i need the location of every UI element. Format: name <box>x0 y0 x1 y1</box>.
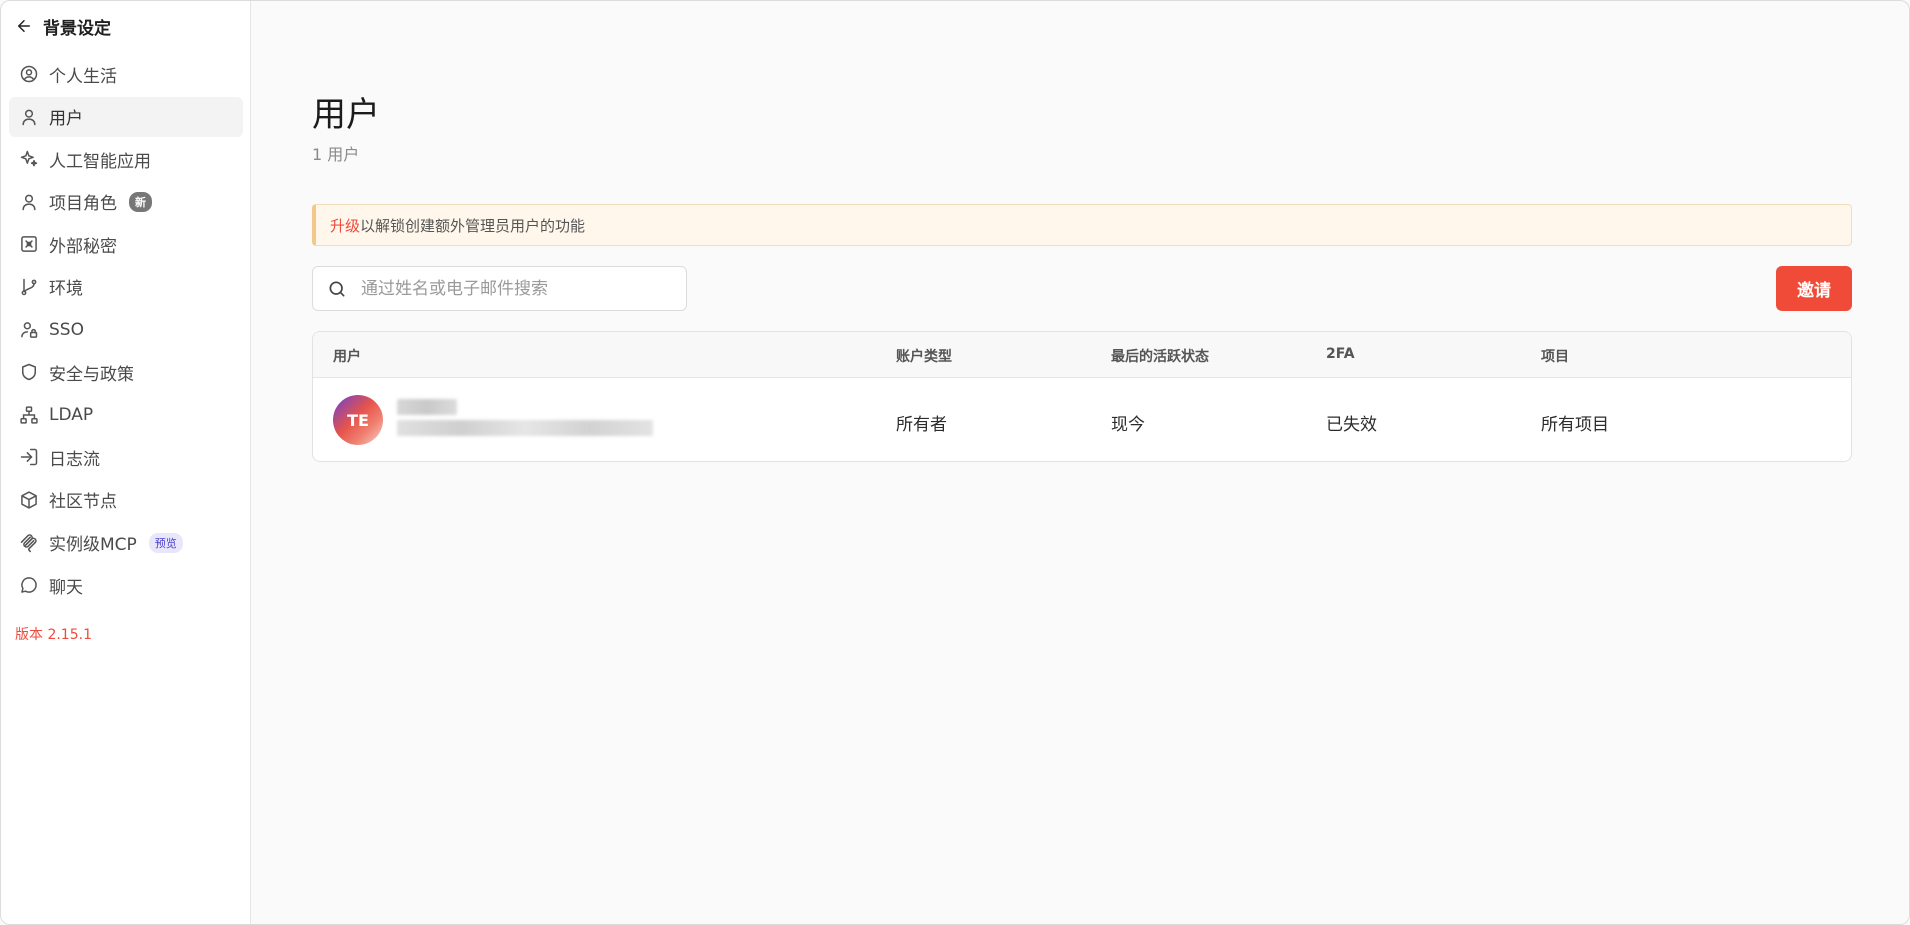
sparkles-icon <box>19 149 39 169</box>
column-header-2fa[interactable]: 2FA <box>1326 346 1355 362</box>
version-label: 版本 2.15.1 <box>15 627 92 643</box>
chat-icon <box>19 575 39 595</box>
settings-title: 背景设定 <box>43 18 111 39</box>
twofa-status-cell: 已失效 <box>1326 415 1377 435</box>
sidebar-item-label: 外部秘密 <box>49 236 117 257</box>
sidebar-item-personal[interactable]: 个人生活 <box>9 54 243 94</box>
git-branch-icon <box>19 277 39 297</box>
user-icon <box>19 192 39 212</box>
sidebar-item-label: 聊天 <box>49 577 83 598</box>
network-icon <box>19 405 39 425</box>
sidebar-item-label: 环境 <box>49 279 83 300</box>
user-lock-icon <box>19 320 39 340</box>
mcp-icon <box>19 533 39 553</box>
arrow-left-icon <box>18 20 30 32</box>
shield-icon <box>19 362 39 382</box>
sidebar-item-label: 人工智能应用 <box>49 151 151 172</box>
app-window: 背景设定 个人生活 用户 人工智能应用 项目角色 新 外部秘密 环境 SSO 安… <box>0 0 1910 925</box>
sidebar-item-label: 实例级MCP <box>49 535 137 556</box>
sidebar-item-label: LDAP <box>49 404 94 425</box>
sidebar-item-users[interactable]: 用户 <box>9 96 243 137</box>
sidebar-item-instance-mcp[interactable]: 实例级MCP 预览 <box>9 523 243 563</box>
upgrade-link[interactable]: 升级 <box>330 215 360 236</box>
page-title: 用户 <box>312 95 380 135</box>
sidebar-item-label: 日志流 <box>49 449 100 470</box>
new-badge: 新 <box>129 191 152 212</box>
sidebar-item-project-roles[interactable]: 项目角色 新 <box>9 182 243 222</box>
sidebar-item-label: 个人生活 <box>49 66 117 87</box>
sidebar-item-label: 项目角色 <box>49 194 117 215</box>
search-icon <box>329 281 345 296</box>
vault-icon <box>19 234 39 254</box>
account-type-cell: 所有者 <box>896 415 947 435</box>
table-header: 用户 账户类型 最后的活跃状态 2FA 项目 <box>313 332 1851 378</box>
upgrade-banner-text: 以解锁创建额外管理员用户的功能 <box>360 216 586 235</box>
redacted-user-email <box>397 420 653 436</box>
avatar: TE <box>333 395 383 445</box>
settings-sidebar: 背景设定 个人生活 用户 人工智能应用 项目角色 新 外部秘密 环境 SSO 安… <box>1 1 251 924</box>
table-row[interactable]: TE 所有者 现今 已失效 所有项目 <box>313 378 1851 461</box>
back-button[interactable]: 背景设定 <box>15 13 111 39</box>
column-header-user[interactable]: 用户 <box>333 346 361 366</box>
column-header-projects[interactable]: 项目 <box>1541 346 1569 366</box>
sidebar-item-log-streaming[interactable]: 日志流 <box>9 437 243 477</box>
redacted-user-name <box>397 399 457 415</box>
sidebar-item-ldap[interactable]: LDAP <box>9 395 243 435</box>
sidebar-item-security[interactable]: 安全与政策 <box>9 352 243 392</box>
log-in-icon <box>19 447 39 467</box>
user-circle-icon <box>19 64 39 84</box>
sidebar-item-community-nodes[interactable]: 社区节点 <box>9 480 243 520</box>
sidebar-item-ai[interactable]: 人工智能应用 <box>9 139 243 179</box>
column-header-last-active[interactable]: 最后的活跃状态 <box>1111 346 1209 366</box>
last-active-cell: 现今 <box>1111 415 1145 435</box>
sidebar-item-label: 社区节点 <box>49 492 117 513</box>
sidebar-item-chat[interactable]: 聊天 <box>9 565 243 605</box>
invite-button[interactable]: 邀请 <box>1776 266 1852 311</box>
sidebar-item-external-secrets[interactable]: 外部秘密 <box>9 224 243 264</box>
sidebar-item-label: 安全与政策 <box>49 364 134 385</box>
users-page: 用户 1 用户 升级 以解锁创建额外管理员用户的功能 邀请 用户 账户类型 最后… <box>252 1 1909 924</box>
preview-badge: 预览 <box>148 532 183 553</box>
search-box <box>312 266 687 311</box>
sidebar-item-sso[interactable]: SSO <box>9 310 243 350</box>
box-icon <box>19 490 39 510</box>
search-input[interactable] <box>361 278 661 299</box>
sidebar-item-environments[interactable]: 环境 <box>9 267 243 307</box>
upgrade-banner: 升级 以解锁创建额外管理员用户的功能 <box>312 204 1852 246</box>
users-table: 用户 账户类型 最后的活跃状态 2FA 项目 TE 所有者 现今 已失效 所有项… <box>312 331 1852 462</box>
column-header-account-type[interactable]: 账户类型 <box>896 346 952 366</box>
projects-cell: 所有项目 <box>1541 415 1609 435</box>
sidebar-item-label: 用户 <box>49 109 83 130</box>
sidebar-item-label: SSO <box>49 319 84 340</box>
user-icon <box>19 107 39 127</box>
user-count: 1 用户 <box>312 145 360 164</box>
settings-nav: 个人生活 用户 人工智能应用 项目角色 新 外部秘密 环境 SSO 安全与政策 … <box>9 54 243 608</box>
